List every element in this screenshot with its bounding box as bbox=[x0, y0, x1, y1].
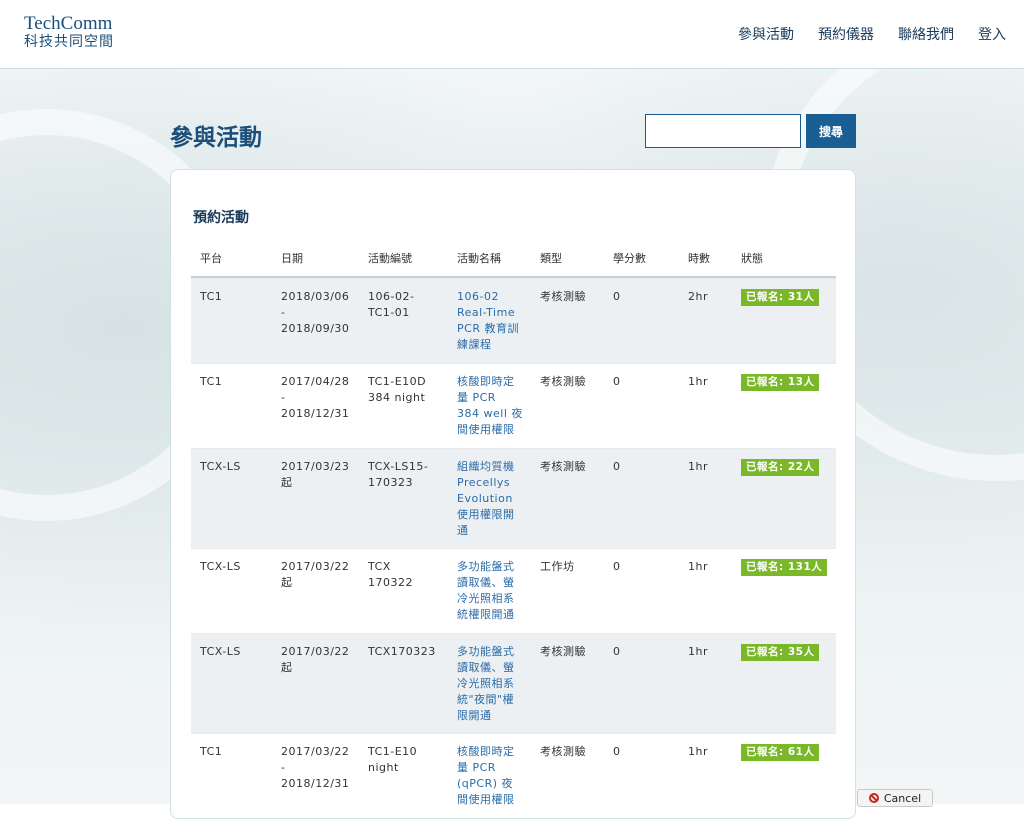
cell-hours: 1hr bbox=[688, 745, 708, 758]
cell-no: TCX-LS15- 170323 bbox=[368, 460, 429, 489]
table-row: TCX-LS 2017/03/22 起 TCX170323 多功能盤式 讀取儀、螢 冷… bbox=[191, 633, 836, 733]
nav-events[interactable]: 參與活動 bbox=[738, 24, 794, 44]
cell-name[interactable]: 組織均質機 Precellys Evolution 使用權限開 通 bbox=[457, 459, 535, 539]
status-cell: 已報名: 131人 bbox=[741, 559, 828, 576]
page-title: 參與活動 bbox=[170, 125, 262, 151]
cell-no: TCX 170322 bbox=[368, 560, 413, 589]
cell-date: 2017/03/22 - 2018/12/31 bbox=[281, 745, 350, 790]
logo-text-zh: 科技共同空間 bbox=[24, 34, 114, 50]
site-header: TechComm 科技共同空間 參與活動 預約儀器 聯絡我們 登入 bbox=[0, 0, 1024, 69]
cell-type: 考核測驗 bbox=[540, 645, 586, 658]
cell-type: 考核測驗 bbox=[540, 460, 586, 473]
cell-hours: 1hr bbox=[688, 460, 708, 473]
cell-platform: TC1 bbox=[200, 290, 223, 303]
cell-date: 2018/03/06 - 2018/09/30 bbox=[281, 290, 350, 335]
cell-name[interactable]: 106-02 Real-Time PCR 教育訓 練課程 bbox=[457, 289, 535, 353]
cancel-button[interactable]: Cancel bbox=[857, 789, 933, 807]
section-title: 預約活動 bbox=[193, 210, 249, 226]
cell-date: 2017/04/28 - 2018/12/31 bbox=[281, 375, 350, 420]
nav-contact[interactable]: 聯絡我們 bbox=[898, 24, 954, 44]
cell-hours: 2hr bbox=[688, 290, 708, 303]
cell-type: 考核測驗 bbox=[540, 745, 586, 758]
cell-platform: TCX-LS bbox=[200, 645, 241, 658]
status-cell: 已報名: 31人 bbox=[741, 289, 820, 306]
main-nav: 參與活動 預約儀器 聯絡我們 登入 bbox=[738, 24, 1006, 44]
cell-credits: 0 bbox=[613, 375, 621, 388]
cell-type: 考核測驗 bbox=[540, 375, 586, 388]
cell-platform: TCX-LS bbox=[200, 460, 241, 473]
nav-login[interactable]: 登入 bbox=[978, 24, 1006, 44]
cell-name[interactable]: 核酸即時定 量 PCR 384 well 夜 間使用權限 bbox=[457, 374, 535, 438]
cell-no: TC1-E10D 384 night bbox=[368, 375, 427, 404]
nav-instruments[interactable]: 預約儀器 bbox=[818, 24, 874, 44]
cell-no: 106-02- TC1-01 bbox=[368, 290, 415, 319]
cell-platform: TC1 bbox=[200, 375, 223, 388]
header-status: 狀態 bbox=[741, 252, 763, 265]
cell-hours: 1hr bbox=[688, 375, 708, 388]
cell-no: TC1-E10 night bbox=[368, 745, 418, 774]
cell-hours: 1hr bbox=[688, 645, 708, 658]
cell-name[interactable]: 多功能盤式 讀取儀、螢 冷光照相系 統權限開通 bbox=[457, 559, 535, 623]
cell-type: 考核測驗 bbox=[540, 290, 586, 303]
cancel-label: Cancel bbox=[883, 791, 922, 805]
status-badge: 已報名: 131人 bbox=[741, 559, 828, 576]
status-badge: 已報名: 61人 bbox=[741, 744, 820, 761]
header-event-no: 活動編號 bbox=[368, 252, 412, 265]
logo-text-en: TechComm bbox=[24, 13, 113, 34]
table-header: 平台 日期 活動編號 活動名稱 類型 學分數 時數 狀態 bbox=[191, 244, 836, 278]
table-body: TC1 2018/03/06 - 2018/09/30 106-02- TC1-01… bbox=[191, 278, 836, 818]
status-cell: 已報名: 13人 bbox=[741, 374, 820, 391]
header-event-name: 活動名稱 bbox=[457, 252, 501, 265]
status-badge: 已報名: 31人 bbox=[741, 289, 820, 306]
cell-date: 2017/03/22 起 bbox=[281, 645, 350, 674]
table-row: TC1 2018/03/06 - 2018/09/30 106-02- TC1-01… bbox=[191, 278, 836, 363]
cell-no: TCX170323 bbox=[368, 645, 436, 658]
header-credits: 學分數 bbox=[613, 252, 646, 265]
cell-credits: 0 bbox=[613, 745, 621, 758]
cell-type: 工作坊 bbox=[540, 560, 575, 573]
cell-name[interactable]: 多功能盤式 讀取儀、螢 冷光照相系 統"夜間"權 限開通 bbox=[457, 644, 535, 724]
cell-date: 2017/03/22 起 bbox=[281, 560, 350, 589]
search-button[interactable]: 搜尋 bbox=[806, 114, 856, 148]
status-cell: 已報名: 35人 bbox=[741, 644, 820, 661]
header-type: 類型 bbox=[540, 252, 562, 265]
events-table: 平台 日期 活動編號 活動名稱 類型 學分數 時數 狀態 TC1 2018/03/… bbox=[191, 244, 836, 818]
events-card: 預約活動 平台 日期 活動編號 活動名稱 類型 學分數 時數 狀態 TC1 201… bbox=[170, 169, 856, 819]
table-row: TC1 2017/03/22 - 2018/12/31 TC1-E10 night 核… bbox=[191, 733, 836, 818]
cell-name[interactable]: 核酸即時定 量 PCR (qPCR) 夜 間使用權限 bbox=[457, 744, 535, 808]
status-badge: 已報名: 22人 bbox=[741, 459, 820, 476]
header-platform: 平台 bbox=[200, 252, 222, 265]
table-row: TC1 2017/04/28 - 2018/12/31 TC1-E10D 384 n… bbox=[191, 363, 836, 448]
status-badge: 已報名: 13人 bbox=[741, 374, 820, 391]
table-row: TCX-LS 2017/03/23 起 TCX-LS15- 170323 組織均質機 … bbox=[191, 448, 836, 548]
cell-platform: TCX-LS bbox=[200, 560, 241, 573]
header-date: 日期 bbox=[281, 252, 303, 265]
search-input[interactable] bbox=[645, 114, 801, 148]
status-cell: 已報名: 22人 bbox=[741, 459, 820, 476]
cell-platform: TC1 bbox=[200, 745, 223, 758]
cell-hours: 1hr bbox=[688, 560, 708, 573]
table-row: TCX-LS 2017/03/22 起 TCX 170322 多功能盤式 讀取儀、螢 … bbox=[191, 548, 836, 633]
cell-credits: 0 bbox=[613, 560, 621, 573]
header-hours: 時數 bbox=[688, 252, 710, 265]
logo[interactable]: TechComm 科技共同空間 bbox=[24, 14, 114, 51]
cell-date: 2017/03/23 起 bbox=[281, 460, 350, 489]
cell-credits: 0 bbox=[613, 460, 621, 473]
status-badge: 已報名: 35人 bbox=[741, 644, 820, 661]
cancel-icon bbox=[868, 793, 879, 803]
status-cell: 已報名: 61人 bbox=[741, 744, 820, 761]
cell-credits: 0 bbox=[613, 645, 621, 658]
cell-credits: 0 bbox=[613, 290, 621, 303]
